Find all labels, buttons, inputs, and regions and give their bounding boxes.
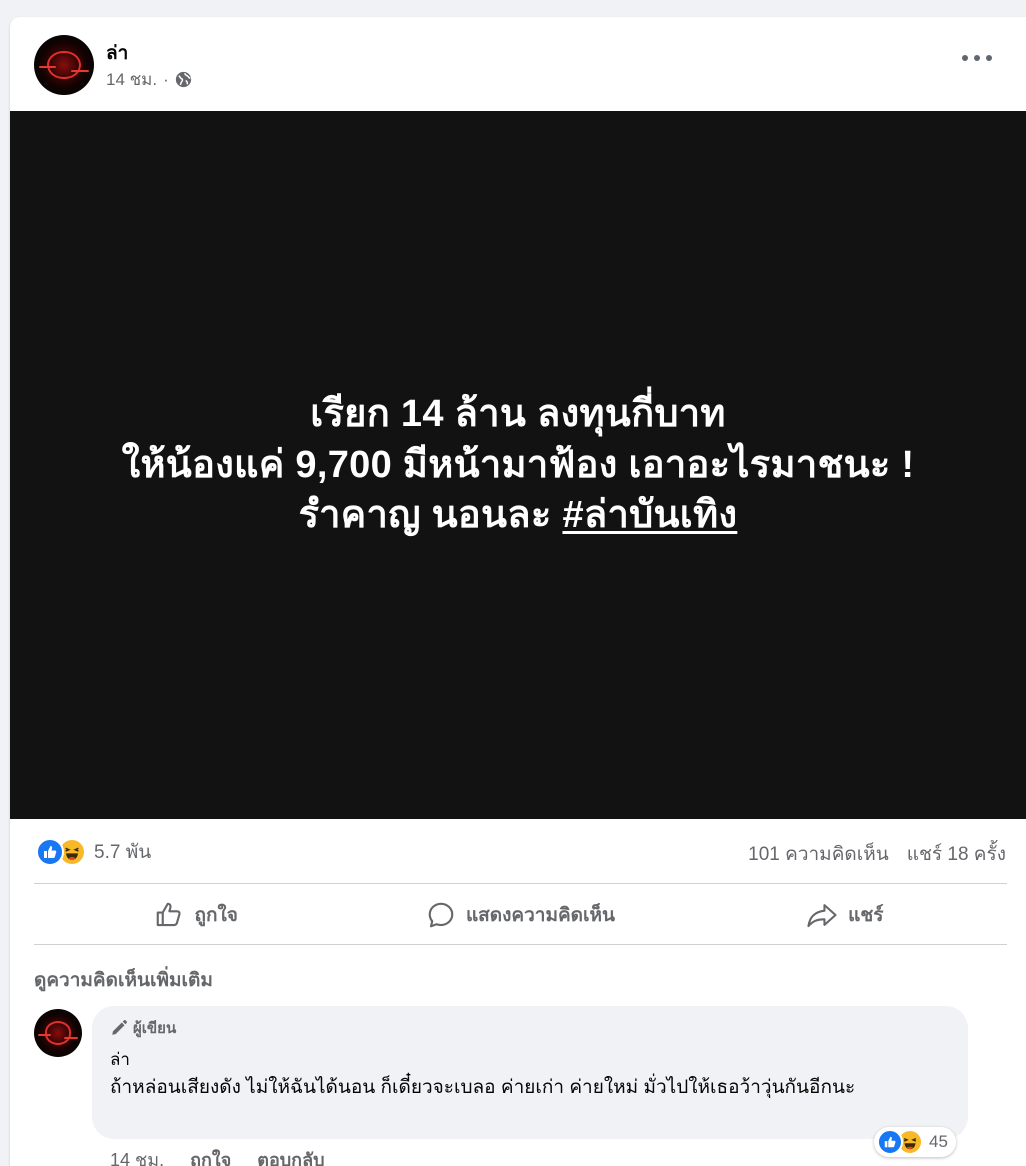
author-badge: ผู้เขียน <box>110 1016 950 1040</box>
post-time[interactable]: 14 ชม. <box>106 66 157 93</box>
hashtag-link: #ล่าบันเทิง <box>562 494 738 537</box>
comment-avatar[interactable] <box>34 1009 82 1057</box>
comment-icon <box>428 902 454 928</box>
pencil-icon <box>112 1020 127 1035</box>
meta-separator: · <box>163 69 169 89</box>
logo-mark <box>47 50 81 80</box>
comments-count[interactable]: 101 ความคิดเห็น <box>748 839 889 869</box>
comment-reply-link[interactable]: ตอบกลับ <box>257 1145 324 1166</box>
post-stats: 101 ความคิดเห็น แชร์ 18 ครั้ง <box>748 839 1006 869</box>
share-button-label: แชร์ <box>848 905 884 926</box>
comment-author[interactable]: ล่า <box>110 1046 950 1073</box>
media-caption: เรียก 14 ล้าน ลงทุนกี่บาท ให้น้องแค่ 9,7… <box>122 389 915 542</box>
comment-button[interactable]: แสดงความคิดเห็น <box>358 885 682 945</box>
comment-time[interactable]: 14 ชม. <box>110 1145 164 1166</box>
globe-icon[interactable] <box>175 71 192 88</box>
media-line-1: เรียก 14 ล้าน ลงทุนกี่บาท <box>310 392 726 435</box>
media-line-3-prefix: รำคาญ นอนละ <box>298 494 563 537</box>
like-button[interactable]: ถูกใจ <box>34 885 358 945</box>
reaction-count: 5.7 พัน <box>94 842 152 863</box>
divider <box>34 944 1007 945</box>
more-options-icon[interactable] <box>962 51 992 65</box>
media-line-2: ให้น้องแค่ 9,700 มีหน้ามาฟ้อง เอาอะไรมาช… <box>121 443 915 486</box>
post-author[interactable]: ล่า <box>106 38 128 68</box>
comment-button-label: แสดงความคิดเห็น <box>465 905 616 926</box>
author-badge-label: ผู้เขียน <box>133 1020 177 1037</box>
comment-text: ถ้าหล่อนเสียงดัง ไม่ให้ฉันได้นอน ก็เดี๋ย… <box>110 1077 856 1098</box>
comment-reaction-count: 45 <box>929 1132 948 1151</box>
media-line-3: รำคาญ นอนละ #ล่าบันเทิง <box>122 490 915 541</box>
post-media[interactable]: เรียก 14 ล้าน ลงทุนกี่บาท ให้น้องแค่ 9,7… <box>10 111 1026 819</box>
divider <box>34 883 1007 884</box>
comment-like-link[interactable]: ถูกใจ <box>190 1145 231 1166</box>
post-meta: 14 ชม. · <box>106 66 192 93</box>
like-icon <box>877 1129 903 1155</box>
shares-count[interactable]: แชร์ 18 ครั้ง <box>907 839 1006 869</box>
action-bar: ถูกใจ แสดงความคิดเห็น แชร์ <box>34 885 1007 945</box>
thumbs-up-icon <box>157 902 182 927</box>
like-button-label: ถูกใจ <box>194 905 238 926</box>
reaction-summary[interactable]: 5.7 พัน <box>36 835 151 869</box>
post-card: ล่า 14 ชม. · เรียก 14 ล้าน ลงทุนกี่บาท ใ… <box>10 17 1026 1166</box>
page-avatar[interactable] <box>34 35 94 95</box>
like-icon <box>36 838 64 866</box>
view-more-comments-link[interactable]: ดูความคิดเห็นเพิ่มเติม <box>34 965 213 995</box>
share-button[interactable]: แชร์ <box>683 885 1007 945</box>
logo-mark <box>44 1021 72 1045</box>
share-icon <box>807 904 837 928</box>
comment-meta: 14 ชม. ถูกใจ ตอบกลับ <box>110 1145 325 1166</box>
comment-bubble: ผู้เขียน ล่า ถ้าหล่อนเสียงดัง ไม่ให้ฉันไ… <box>92 1006 968 1139</box>
comment-reactions[interactable]: 45 <box>874 1127 956 1157</box>
